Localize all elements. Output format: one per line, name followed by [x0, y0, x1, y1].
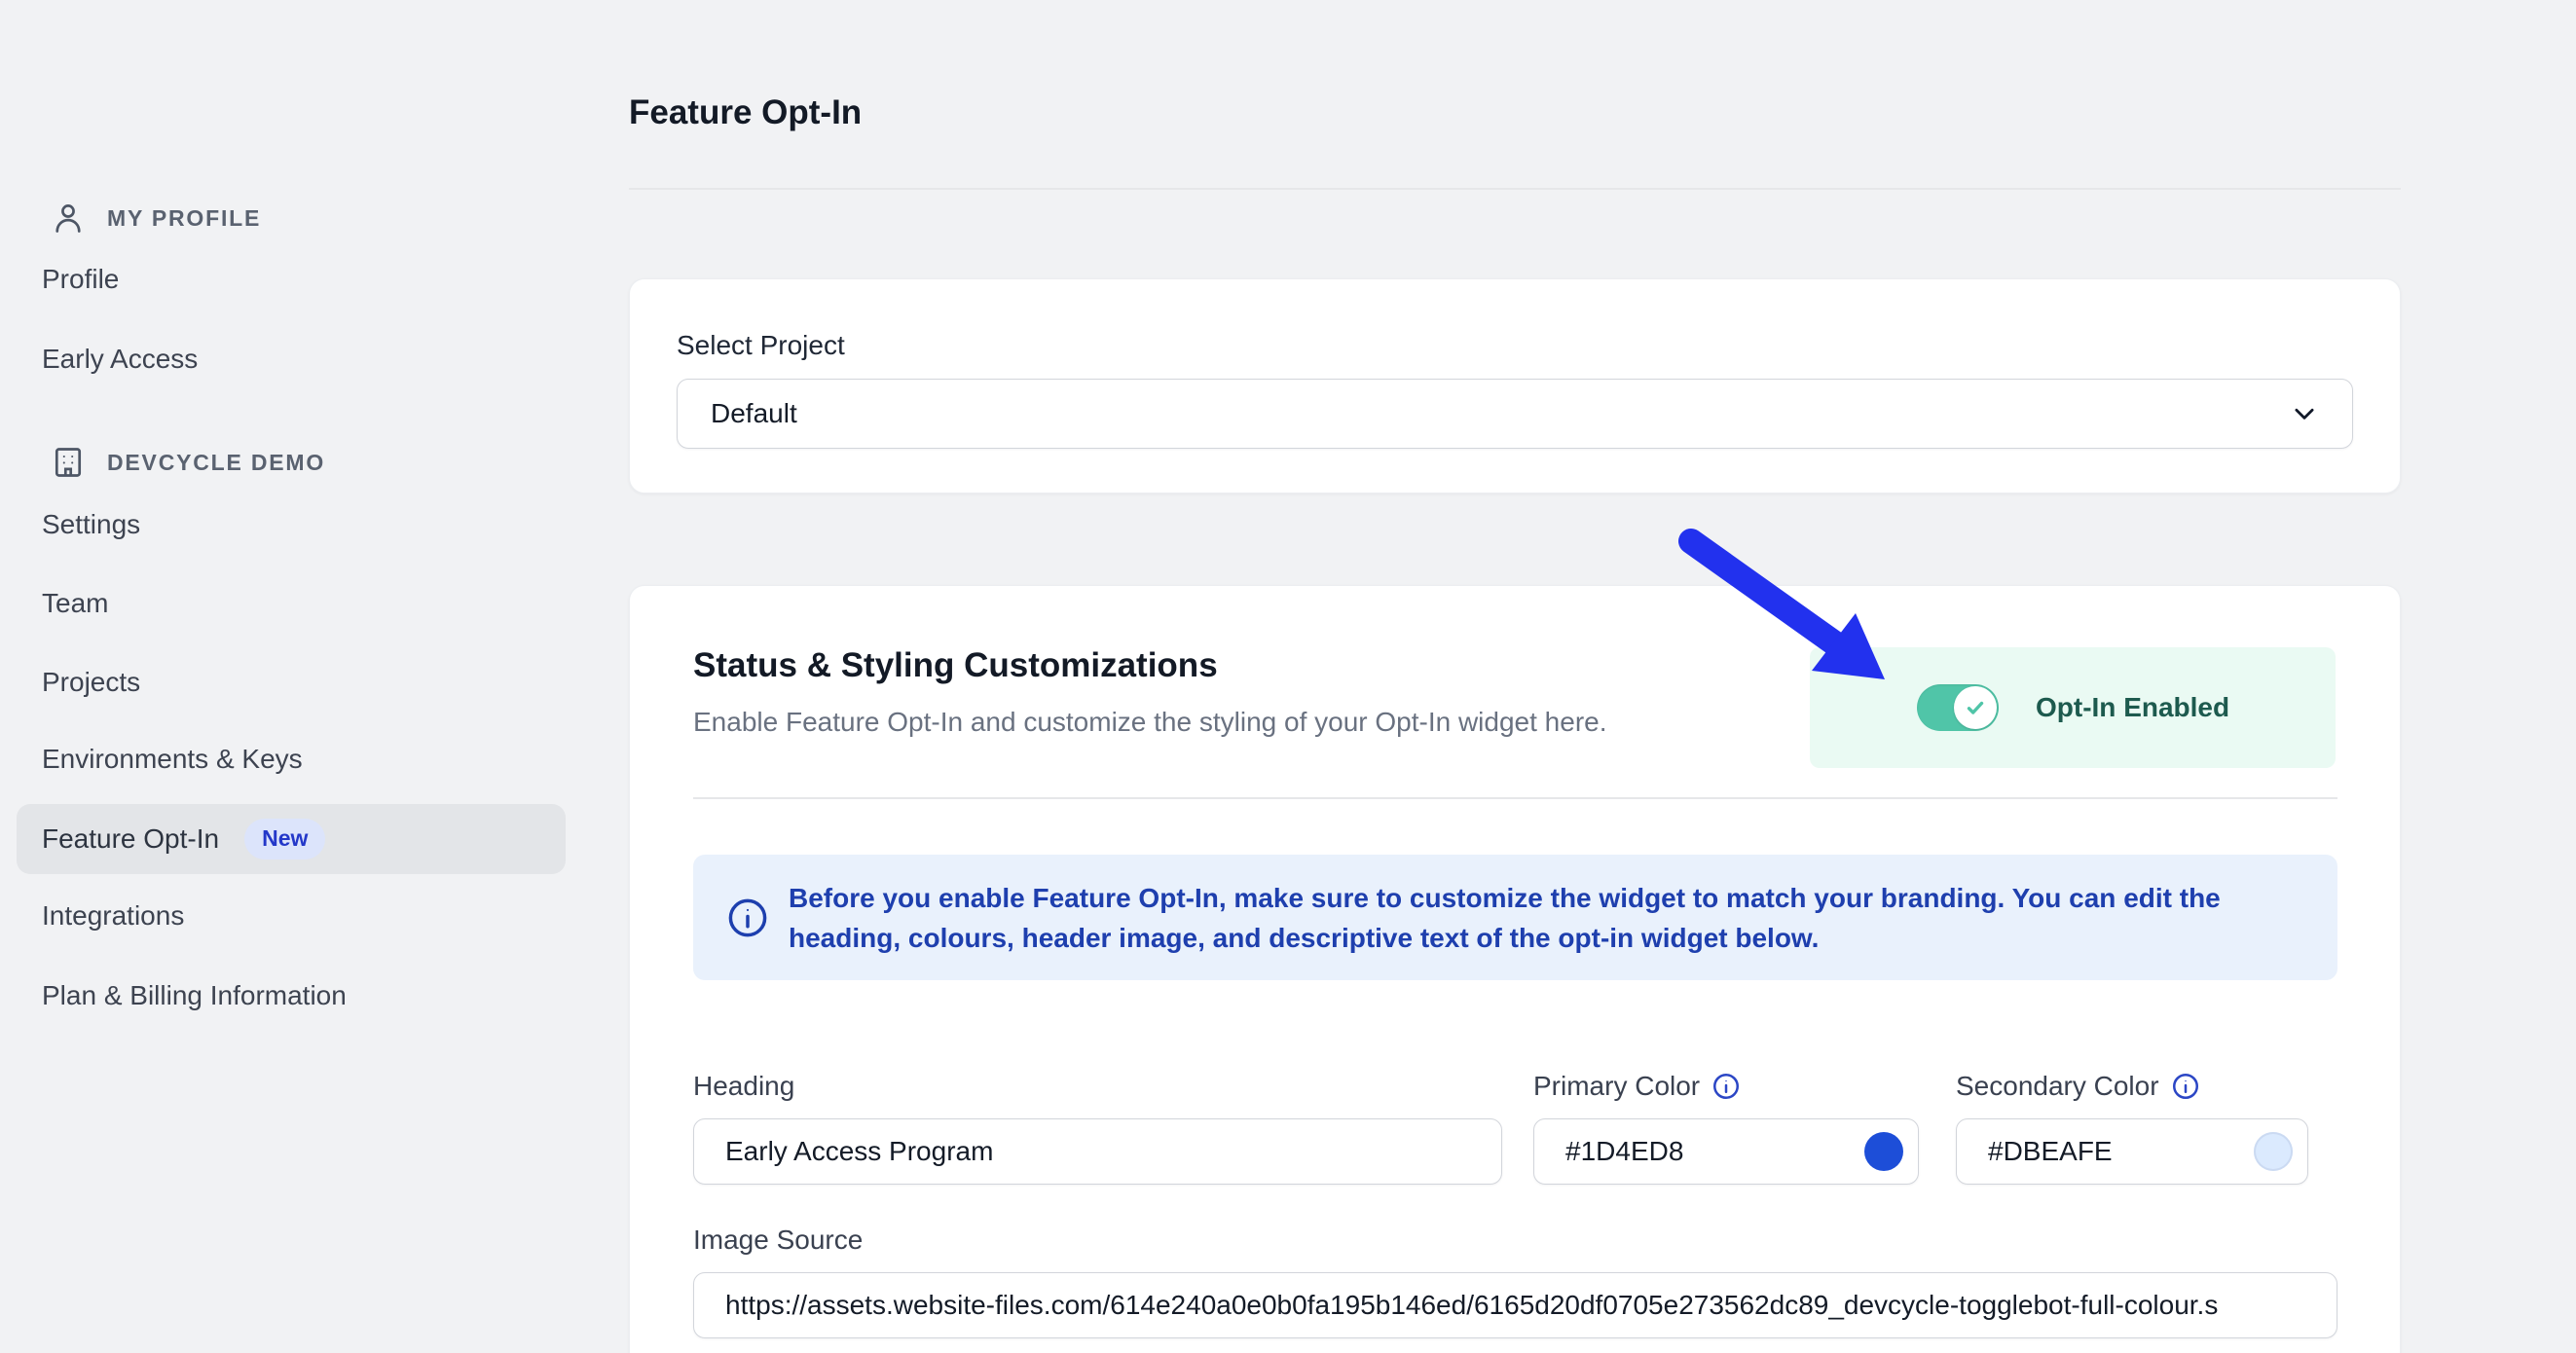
project-select-value: Default	[711, 398, 797, 429]
image-source-field-group: Image Source	[693, 1224, 2337, 1338]
title-divider	[629, 188, 2401, 190]
sidebar-section-label: MY PROFILE	[107, 205, 261, 232]
page-title: Feature Opt-In	[629, 93, 862, 132]
building-icon	[51, 445, 86, 480]
user-icon	[51, 201, 86, 236]
chevron-down-icon	[2290, 399, 2319, 428]
sidebar-item-integrations[interactable]: Integrations	[42, 900, 184, 932]
feature-opt-in-page: MY PROFILE Profile Early Access DEVCYCLE…	[0, 0, 2576, 1353]
sidebar-item-label: Feature Opt-In	[42, 823, 219, 855]
select-project-card: Select Project Default	[629, 278, 2401, 494]
primary-color-field-group: Primary Color	[1533, 1070, 1919, 1185]
sidebar-item-settings[interactable]: Settings	[42, 509, 140, 540]
secondary-color-swatch	[2254, 1132, 2293, 1171]
secondary-color-label: Secondary Color	[1956, 1070, 2308, 1103]
info-banner-text: Before you enable Feature Opt-In, make s…	[789, 878, 2249, 958]
primary-color-info-icon[interactable]	[1711, 1072, 1741, 1101]
customizations-title: Status & Styling Customizations	[693, 646, 1218, 685]
opt-in-status-label: Opt-In Enabled	[2036, 692, 2229, 723]
new-badge: New	[244, 819, 325, 859]
primary-color-label: Primary Color	[1533, 1070, 1919, 1103]
sidebar-item-early-access[interactable]: Early Access	[42, 344, 198, 375]
heading-input[interactable]	[693, 1118, 1502, 1185]
opt-in-toggle[interactable]	[1917, 684, 1999, 731]
customizations-subtitle: Enable Feature Opt-In and customize the …	[693, 707, 1607, 738]
image-source-label: Image Source	[693, 1224, 2337, 1257]
sidebar-section-my-profile: MY PROFILE	[51, 201, 261, 236]
section-divider	[693, 797, 2337, 799]
primary-color-input-wrap	[1533, 1118, 1919, 1185]
check-icon	[1964, 696, 1987, 719]
sidebar-item-team[interactable]: Team	[42, 588, 108, 619]
primary-color-swatch	[1864, 1132, 1903, 1171]
sidebar: MY PROFILE Profile Early Access DEVCYCLE…	[0, 0, 613, 1353]
sidebar-item-profile[interactable]: Profile	[42, 264, 119, 295]
sidebar-item-projects[interactable]: Projects	[42, 667, 140, 698]
sidebar-section-label: DEVCYCLE DEMO	[107, 450, 325, 476]
opt-in-status-box: Opt-In Enabled	[1810, 647, 2336, 768]
sidebar-item-environments-keys[interactable]: Environments & Keys	[42, 744, 303, 775]
toggle-knob	[1954, 686, 1997, 729]
secondary-color-field-group: Secondary Color	[1956, 1070, 2308, 1185]
sidebar-item-feature-opt-in[interactable]: Feature Opt-In New	[17, 804, 566, 874]
heading-field-group: Heading	[693, 1070, 1502, 1185]
info-banner: Before you enable Feature Opt-In, make s…	[693, 855, 2337, 980]
primary-color-input[interactable]	[1533, 1118, 1919, 1185]
image-source-input[interactable]	[693, 1272, 2337, 1338]
customizations-card: Status & Styling Customizations Enable F…	[629, 585, 2401, 1353]
heading-label-text: Heading	[693, 1071, 794, 1102]
select-project-label: Select Project	[677, 330, 845, 361]
secondary-color-label-text: Secondary Color	[1956, 1071, 2159, 1102]
info-icon	[726, 896, 769, 939]
secondary-color-info-icon[interactable]	[2171, 1072, 2200, 1101]
sidebar-section-devcycle-demo: DEVCYCLE DEMO	[51, 445, 325, 480]
sidebar-item-plan-billing[interactable]: Plan & Billing Information	[42, 980, 347, 1011]
primary-color-label-text: Primary Color	[1533, 1071, 1700, 1102]
project-select[interactable]: Default	[677, 379, 2353, 449]
heading-label: Heading	[693, 1070, 1502, 1103]
secondary-color-input-wrap	[1956, 1118, 2308, 1185]
image-source-label-text: Image Source	[693, 1225, 863, 1256]
